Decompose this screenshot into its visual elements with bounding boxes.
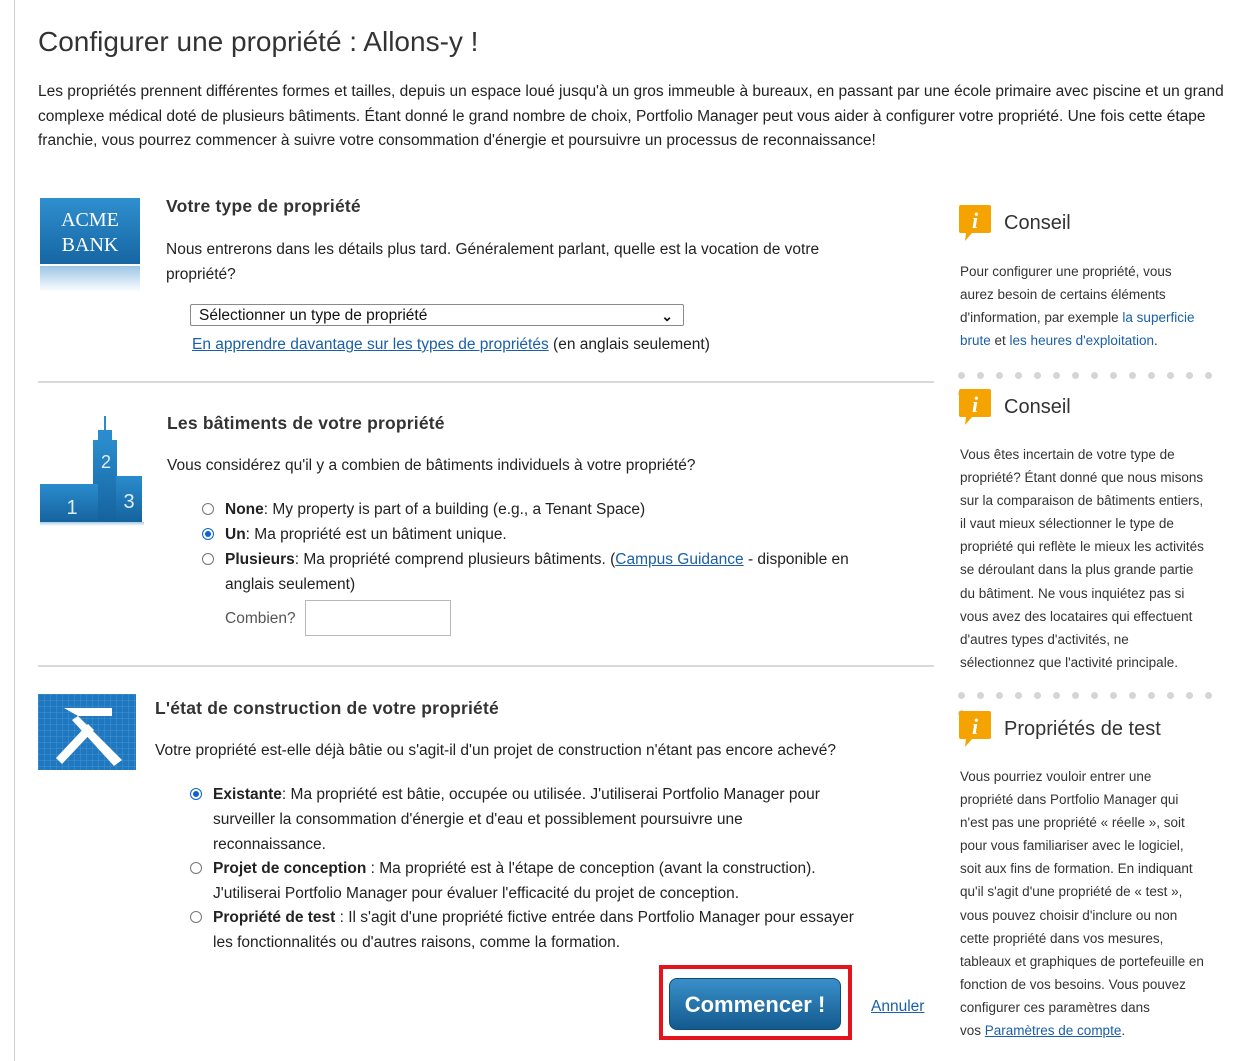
option-none-text: : My property is part of a building (e.g… [263,501,646,518]
start-button[interactable]: Commencer ! [669,978,841,1030]
option-multiple-label: Plusieurs [225,551,295,568]
page-title: Configurer une propriété : Allons-y ! [38,26,479,57]
option-design-label: Projet de conception [213,860,367,877]
cancel-link[interactable]: Annuler [871,998,924,1016]
svg-text:i: i [972,392,979,417]
radio-single[interactable] [202,528,214,540]
tip-1-body: Pour configurer une propriété, vous aure… [960,264,1195,349]
option-single-text: : Ma propriété est un bâtiment unique. [245,526,507,543]
learn-link-suffix: (en anglais seulement) [553,336,710,353]
property-type-description: Nous entrerons dans les détails plus tar… [166,241,820,283]
campus-guidance-link[interactable]: Campus Guidance [615,551,743,568]
construction-description: Votre propriété est-elle déjà bâtie ou s… [155,742,836,759]
operating-hours-link[interactable]: les heures d'exploitation [1010,333,1154,348]
info-icon: i [959,205,991,241]
option-test-line2: les fonctionnalités ou d'autres raisons,… [213,934,621,951]
tip-2-body: Vous êtes incertain de votre type de pro… [960,447,1204,670]
tip-panel-2: i Conseil Vous êtes incertain de votre t… [958,388,1242,678]
tip-1-title: Conseil [1004,212,1071,234]
radio-existing[interactable] [190,788,202,800]
info-icon: i [959,711,991,747]
campus-suffix-1: - disponible en [743,551,849,568]
radio-none[interactable] [202,503,214,515]
svg-text:BANK: BANK [62,234,119,256]
property-type-select[interactable]: Sélectionner un type de propriété ⌄ [190,304,684,326]
option-test-line1: : Il s'agit d'une propriété fictive entr… [335,909,854,926]
option-test-label: Propriété de test [213,909,336,926]
building-count-input[interactable] [305,600,451,636]
building-count-label: Combien? [225,610,296,627]
buildings-description: Vous considérez qu'il y a combien de bât… [167,457,696,474]
svg-text:3: 3 [123,491,134,513]
account-settings-link[interactable]: Paramètres de compte [985,1023,1122,1038]
section-divider [38,665,934,667]
intro-paragraph: Les propriétés prennent différentes form… [38,83,1224,149]
buildings-icon: 2 1 3 [40,416,144,526]
option-existing-line2: surveiller la consommation d'énergie et … [213,811,743,828]
construction-crane-icon [38,694,136,770]
radio-design[interactable] [190,862,202,874]
gross-floor-area-link[interactable]: la superficie [1122,310,1194,325]
property-type-heading: Votre type de propriété [166,196,361,216]
gross-floor-area-link-cont[interactable]: brute [960,333,991,348]
info-icon: i [959,389,991,425]
radio-test[interactable] [190,911,202,923]
svg-text:i: i [972,714,979,739]
learn-property-types-link[interactable]: En apprendre davantage sur les types de … [192,336,549,353]
page-left-border [14,0,15,1061]
option-existing-line1: : Ma propriété est bâtie, occupée ou uti… [281,786,820,803]
radio-multiple[interactable] [202,553,214,565]
option-none-label: None [225,501,264,518]
construction-heading: L'état de construction de votre propriét… [155,698,499,718]
option-existing-line3: reconnaissance. [213,836,326,853]
section-divider [38,381,934,383]
bank-building-icon: ACME BANK [40,198,140,292]
buildings-heading: Les bâtiments de votre propriété [167,413,445,433]
learn-more-row: En apprendre davantage sur les types de … [192,334,710,356]
tip-panel-3: i Propriétés de test Vous pourriez voulo… [958,710,1242,1055]
tip-3-title: Propriétés de test [1004,718,1161,740]
option-existing-label: Existante [213,786,282,803]
option-design-line2: J'utiliserai Portfolio Manager pour éval… [213,885,740,902]
option-single-label: Un [225,526,246,543]
option-design-line1: : Ma propriété est à l'étape de concepti… [366,860,816,877]
dotted-separator [958,366,1242,397]
tip-3-body: Vous pourriez vouloir entrer une proprié… [960,769,1204,1039]
campus-suffix-2: anglais seulement) [225,576,356,593]
option-multiple-text: : Ma propriété comprend plusieurs bâtime… [294,551,616,568]
tip-panel-1: i Conseil Pour configurer une propriété,… [958,204,1242,354]
svg-text:1: 1 [66,497,77,519]
chevron-down-icon: ⌄ [661,308,673,324]
svg-text:ACME: ACME [61,209,119,231]
tip-2-title: Conseil [1004,396,1071,418]
property-type-select-value: Sélectionner un type de propriété [199,307,428,324]
svg-text:i: i [972,208,979,233]
dotted-separator [958,686,1242,717]
svg-text:2: 2 [101,452,111,472]
